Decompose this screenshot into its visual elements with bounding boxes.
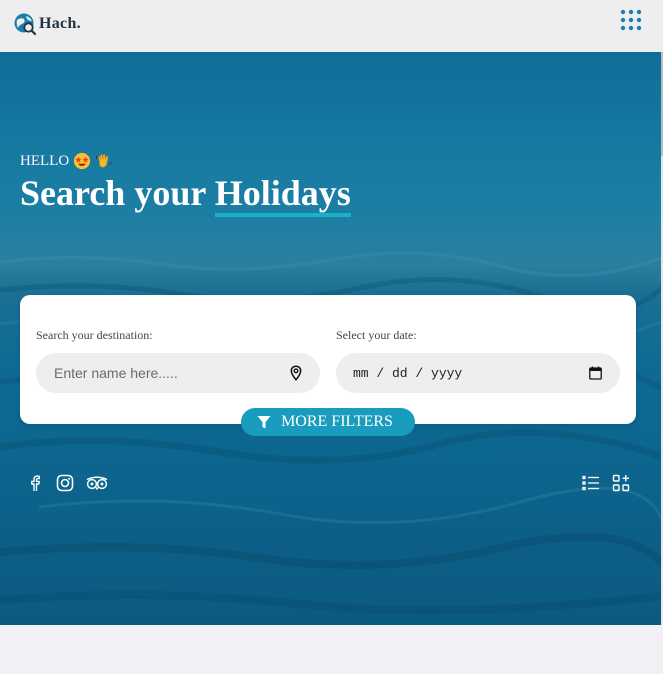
search-card: Search your destination: Select your dat…	[20, 295, 636, 424]
social-links	[26, 474, 108, 492]
star-struck-emoji-icon	[74, 152, 91, 170]
facebook-icon[interactable]	[26, 474, 44, 492]
tripadvisor-icon[interactable]	[86, 474, 108, 492]
brand-logo[interactable]: Hach.	[13, 12, 81, 36]
brand-name: Hach.	[39, 15, 81, 32]
greeting-text: HELLO	[20, 152, 70, 169]
destination-field[interactable]	[36, 353, 320, 393]
destination-input[interactable]	[52, 364, 276, 382]
list-view-icon[interactable]	[582, 474, 600, 492]
date-label: Select your date:	[336, 328, 417, 342]
globe-search-icon	[14, 13, 37, 36]
more-filters-button[interactable]: MORE FILTERS	[241, 408, 415, 436]
date-field[interactable]: mm / dd / yyyy	[336, 353, 620, 393]
grid-menu-button[interactable]	[619, 8, 645, 34]
headline-highlight: Holidays	[214, 173, 351, 217]
instagram-icon[interactable]	[56, 474, 74, 492]
view-toggles	[582, 474, 630, 492]
more-filters-label: MORE FILTERS	[281, 413, 393, 430]
filter-funnel-icon	[257, 415, 271, 428]
headline-prefix: Search your	[20, 173, 215, 213]
location-pin-icon[interactable]	[288, 365, 304, 381]
hero-greeting: HELLO	[20, 152, 113, 170]
calendar-icon[interactable]	[589, 366, 602, 380]
top-header: Hach.	[0, 0, 663, 52]
hero-headline: Search your Holidays	[20, 172, 351, 217]
date-input[interactable]: mm / dd / yyyy	[353, 366, 462, 381]
destination-label: Search your destination:	[36, 328, 153, 342]
grid-menu-icon	[620, 9, 642, 31]
grid-add-icon[interactable]	[612, 474, 630, 492]
waving-hand-emoji-icon	[96, 154, 112, 168]
